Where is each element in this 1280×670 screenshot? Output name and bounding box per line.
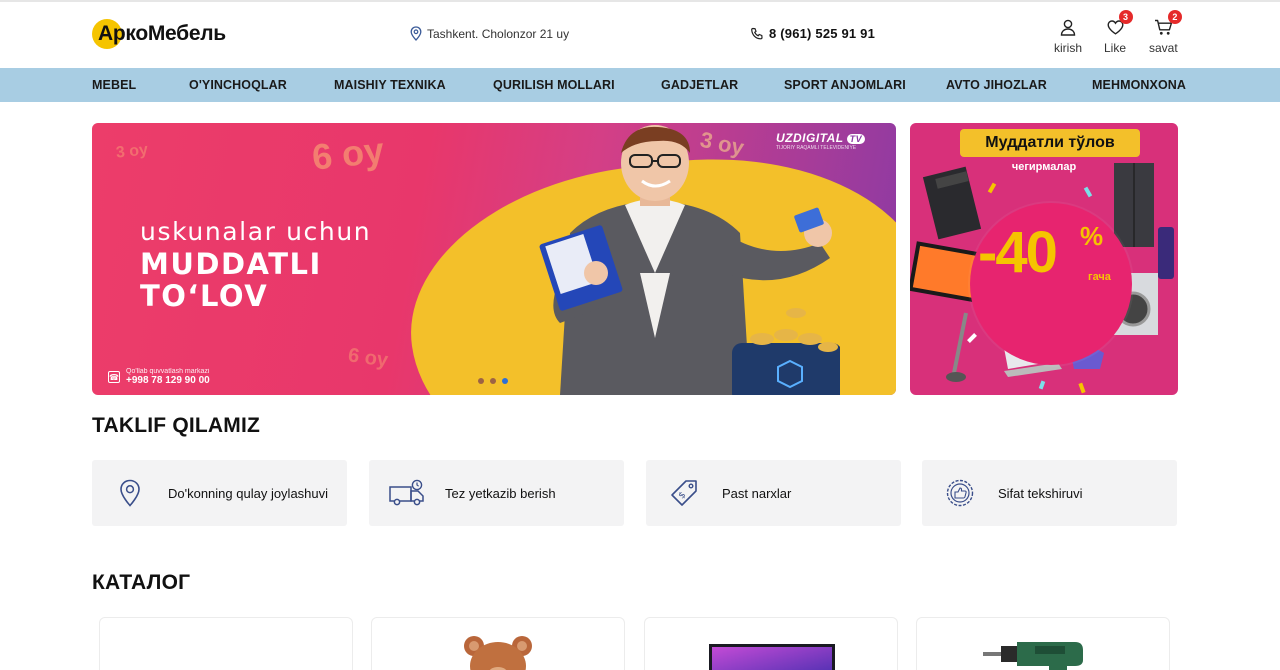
discount-banner[interactable]: Муддатли тўлов чегирмалар -40 % гача — [910, 123, 1178, 395]
account-button[interactable]: kirish — [1054, 16, 1082, 55]
nav-item-avto-jihozlar[interactable]: AVTO JIHOZLAR — [946, 78, 1047, 92]
offer-label: Tez yetkazib berish — [445, 485, 556, 501]
nav-item-qurilish-mollari[interactable]: QURILISH MOLLARI — [493, 78, 615, 92]
nav-item-sport-anjomlari[interactable]: SPORT ANJOMLARI — [784, 78, 906, 92]
nav-item-mebel[interactable]: MEBEL — [92, 78, 136, 92]
nav-item-gadjetlar[interactable]: GADJETLAR — [661, 78, 738, 92]
category-nav: MEBEL O'YINCHOQLAR MAISHIY TEXNIKA QURIL… — [0, 68, 1280, 102]
location-pin-icon — [410, 26, 422, 41]
catalog-card[interactable] — [644, 617, 898, 670]
slider-dot-active[interactable] — [502, 378, 508, 384]
offer-label: Past narxlar — [722, 485, 792, 501]
like-button[interactable]: 3 Like — [1104, 10, 1133, 55]
tv-screen-icon — [709, 644, 835, 670]
promo-banner[interactable]: 3 oy 6 oy 3 oy 6 oy uskunalar uchun MUDD… — [92, 123, 896, 395]
uzdigital-logo: UZDIGITAL TV — [776, 131, 866, 145]
offer-card-quality[interactable]: Sifat tekshiruvi — [922, 460, 1177, 526]
banner-deco-text: 6 oy — [310, 129, 386, 178]
nav-item-mehmonxona[interactable]: MEHMONXONA — [1092, 78, 1186, 92]
slider-dot[interactable] — [478, 378, 484, 384]
delivery-truck-icon — [389, 479, 424, 506]
slider-dot[interactable] — [490, 378, 496, 384]
catalog-card[interactable] — [99, 617, 353, 670]
logo[interactable]: АркоМебель — [92, 19, 226, 49]
offer-label: Sifat tekshiruvi — [998, 485, 1083, 501]
offer-card-delivery[interactable]: Tez yetkazib berish — [369, 460, 624, 526]
offer-label: Do'konning qulay joylashuvi — [168, 485, 329, 501]
location-pin-icon — [120, 479, 140, 507]
cart-button[interactable]: 2 savat — [1149, 10, 1182, 55]
offers-title: TAKLIF QILAMIZ — [92, 414, 261, 437]
discount-suffix: гача — [1088, 271, 1111, 283]
drill-icon — [983, 642, 1083, 670]
banner-support: ☎ Qo'llab quvvatlash markazi +998 78 129… — [108, 368, 210, 386]
phone-icon: ☎ — [108, 371, 120, 383]
nav-item-maishiy-texnika[interactable]: MAISHIY TEXNIKA — [334, 78, 446, 92]
phone-icon — [751, 27, 763, 39]
price-tag-icon: $ — [671, 480, 697, 506]
percent-sign: % — [1080, 221, 1104, 251]
teddy-bear-icon — [464, 636, 532, 670]
slider-dots — [478, 378, 508, 384]
site-header: АркоМебель Tashkent. Cholonzor 21 uy 8 (… — [0, 2, 1280, 68]
support-phone: +998 78 129 90 00 — [126, 375, 210, 386]
banner-deco-text: 3 oy — [115, 141, 149, 162]
banner-line-3: TO‘LOV — [140, 279, 269, 313]
catalog-card[interactable] — [916, 617, 1170, 670]
discount-value: -40 — [978, 220, 1058, 285]
like-label: Like — [1104, 41, 1127, 55]
nav-item-oyinchoqlar[interactable]: O'YINCHOQLAR — [189, 78, 287, 92]
user-icon — [1060, 19, 1076, 36]
offer-card-location[interactable]: Do'konning qulay joylashuvi — [92, 460, 347, 526]
offer-card-prices[interactable]: $ Past narxlar — [646, 460, 901, 526]
account-label: kirish — [1054, 41, 1083, 55]
catalog-card[interactable] — [371, 617, 625, 670]
banner-deco-text: 6 oy — [346, 344, 390, 372]
like-count-badge: 3 — [1118, 10, 1133, 24]
tv-badge-icon: TV — [846, 134, 866, 144]
banner-line-2: MUDDATLI — [140, 247, 322, 281]
phone-text: 8 (961) 525 91 91 — [769, 26, 876, 41]
store-address[interactable]: Tashkent. Cholonzor 21 uy — [410, 26, 569, 41]
store-phone[interactable]: 8 (961) 525 91 91 — [750, 26, 875, 41]
logo-text: АркоМебель — [98, 22, 226, 45]
catalog-title: КАТАЛОГ — [92, 571, 191, 594]
support-label: Qo'llab quvvatlash markazi — [126, 368, 210, 375]
cart-count-badge: 2 — [1167, 10, 1182, 24]
address-text: Tashkent. Cholonzor 21 uy — [427, 26, 570, 41]
quality-badge-icon — [946, 479, 974, 507]
promo-person-image — [539, 125, 840, 395]
uzdigital-subtitle: TIJORIY RAQAMLI TELEVIDENIYE — [776, 145, 857, 151]
banner-line-1: uskunalar uchun — [140, 217, 372, 246]
cart-label: savat — [1149, 41, 1178, 55]
